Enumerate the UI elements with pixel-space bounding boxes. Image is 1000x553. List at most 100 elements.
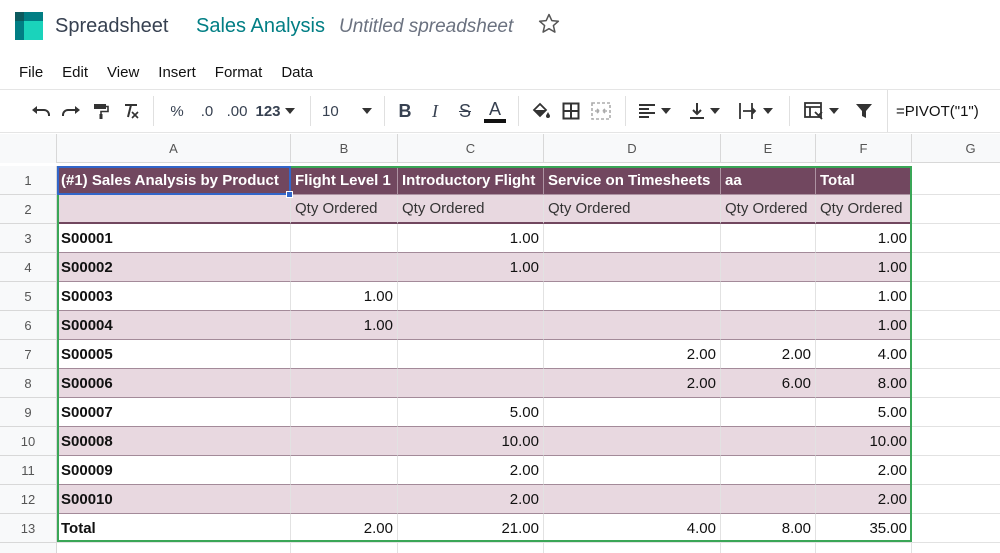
cell[interactable] [544,224,721,253]
cell[interactable] [398,369,544,398]
cell[interactable]: 2.00 [544,369,721,398]
cell[interactable] [291,398,398,427]
row-header-6[interactable]: 6 [0,311,57,340]
cell[interactable] [544,282,721,311]
cell[interactable] [544,485,721,514]
cell[interactable] [291,456,398,485]
sheet-grid[interactable]: A B C D E F G 1234567891011121314 (#1) S… [0,134,1000,553]
redo-icon[interactable] [58,90,84,132]
format-percent-button[interactable]: % [165,90,189,132]
cell-empty[interactable] [398,543,544,553]
cell[interactable]: aa [721,166,816,195]
cell[interactable]: 2.00 [398,485,544,514]
clear-format-icon[interactable] [118,90,144,132]
autofill-handle[interactable] [286,191,293,198]
cell[interactable] [291,253,398,282]
row-header-2[interactable]: 2 [0,195,57,224]
menu-file[interactable]: File [19,60,43,86]
cell[interactable]: 8.00 [816,369,912,398]
cell[interactable] [721,311,816,340]
cell[interactable] [57,195,291,224]
cell[interactable] [721,224,816,253]
cell[interactable]: Qty Ordered [398,195,544,224]
number-format-dropdown[interactable]: 123 [254,90,296,132]
cell[interactable]: 8.00 [721,514,816,543]
undo-icon[interactable] [28,90,54,132]
cell[interactable]: 1.00 [816,224,912,253]
cell[interactable]: 2.00 [816,456,912,485]
cell[interactable]: Service on Timesheets [544,166,721,195]
cell[interactable]: 2.00 [816,485,912,514]
cell[interactable]: Total [816,166,912,195]
column-header-f[interactable]: F [816,134,912,163]
row-header-4[interactable]: 4 [0,253,57,282]
decrease-decimal-button[interactable]: .0 [195,90,219,132]
row-header-3[interactable]: 3 [0,224,57,253]
cell[interactable]: S00005 [57,340,291,369]
cell[interactable]: (#1) Sales Analysis by Product [57,166,291,195]
cell[interactable]: Qty Ordered [291,195,398,224]
row-header-7[interactable]: 7 [0,340,57,369]
cell[interactable] [398,282,544,311]
cell[interactable]: Introductory Flight [398,166,544,195]
cell-empty[interactable] [291,543,398,553]
column-header-e[interactable]: E [721,134,816,163]
row-header-13[interactable]: 13 [0,514,57,543]
text-wrap-icon[interactable] [733,90,777,132]
row-header-8[interactable]: 8 [0,369,57,398]
cell[interactable]: 4.00 [816,340,912,369]
cell[interactable]: 21.00 [398,514,544,543]
cell[interactable]: Qty Ordered [544,195,721,224]
cell[interactable] [544,398,721,427]
cell[interactable]: S00004 [57,311,291,340]
cell[interactable]: 1.00 [816,282,912,311]
cell[interactable]: Flight Level 1 [291,166,398,195]
cell-empty[interactable] [912,514,1000,543]
cell-empty[interactable] [912,311,1000,340]
cell[interactable]: Qty Ordered [721,195,816,224]
cell-empty[interactable] [57,543,291,553]
cell[interactable]: S00010 [57,485,291,514]
cell-empty[interactable] [721,543,816,553]
menu-edit[interactable]: Edit [62,60,88,86]
cell[interactable]: 5.00 [398,398,544,427]
cell[interactable] [544,311,721,340]
cell-empty[interactable] [816,543,912,553]
cell[interactable] [544,427,721,456]
strikethrough-icon[interactable]: S [453,90,477,132]
text-color-icon[interactable]: A [481,90,509,132]
cell[interactable]: 1.00 [291,311,398,340]
cell[interactable]: 1.00 [291,282,398,311]
cell[interactable]: 2.00 [291,514,398,543]
cell[interactable]: S00001 [57,224,291,253]
cell[interactable] [721,282,816,311]
cell[interactable] [721,427,816,456]
cell[interactable]: S00007 [57,398,291,427]
doc-title-input[interactable]: Untitled spreadsheet [339,16,513,38]
cell[interactable]: 35.00 [816,514,912,543]
menu-data[interactable]: Data [281,60,313,86]
cell[interactable]: 2.00 [398,456,544,485]
cell[interactable] [291,485,398,514]
merge-cells-icon[interactable] [588,90,614,132]
font-size-dropdown[interactable]: 10 [318,90,376,132]
cell[interactable]: 10.00 [398,427,544,456]
cell[interactable]: S00006 [57,369,291,398]
spreadsheet-logo-icon[interactable] [15,12,43,40]
column-header-g[interactable]: G [912,134,1000,163]
formula-bar[interactable]: =PIVOT("1") [887,90,1000,132]
star-icon[interactable] [537,12,561,36]
row-header-14[interactable]: 14 [0,543,57,553]
menu-view[interactable]: View [107,60,139,86]
cell[interactable]: 1.00 [816,311,912,340]
cell[interactable]: S00008 [57,427,291,456]
cell-empty[interactable] [912,253,1000,282]
cell[interactable]: Qty Ordered [816,195,912,224]
cell-empty[interactable] [912,195,1000,224]
cell[interactable]: 4.00 [544,514,721,543]
cell[interactable] [721,253,816,282]
increase-decimal-button[interactable]: .00 [223,90,251,132]
cell-empty[interactable] [544,543,721,553]
cell[interactable] [544,253,721,282]
italic-icon[interactable]: I [423,90,447,132]
